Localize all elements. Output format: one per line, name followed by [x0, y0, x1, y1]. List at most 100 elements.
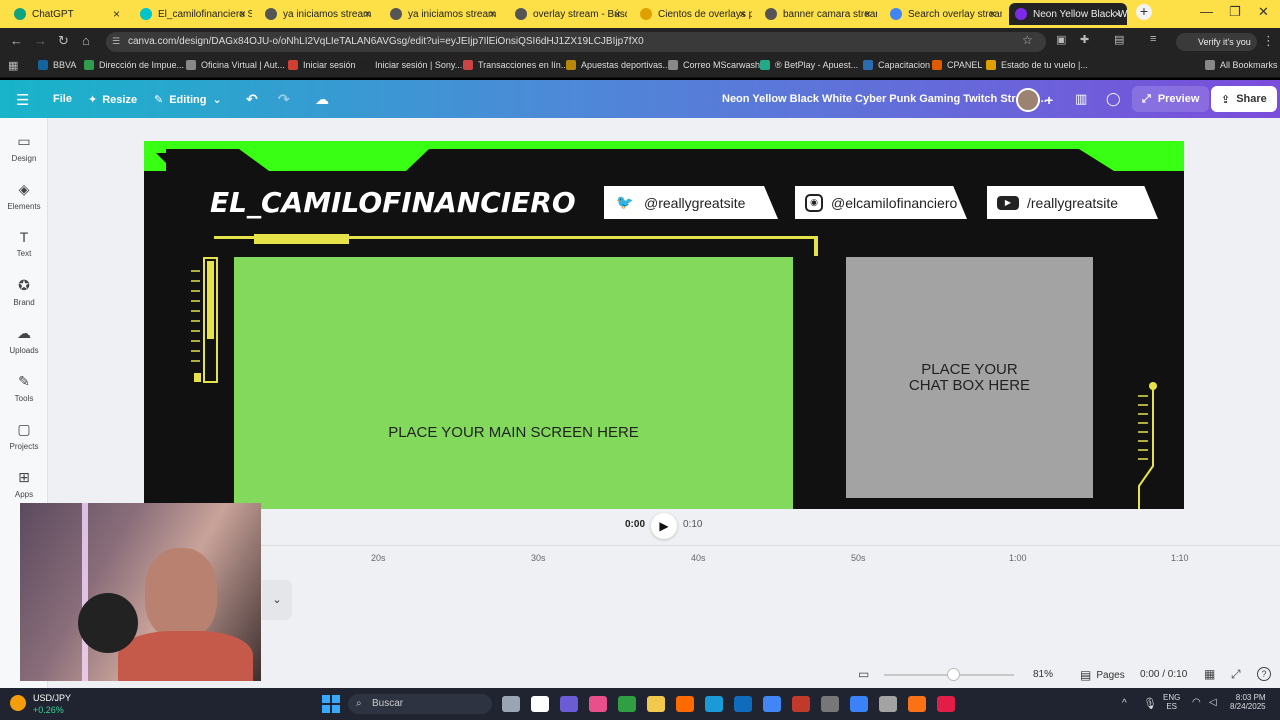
chat-box-label[interactable]: PLACE YOUR CHAT BOX HERE: [846, 362, 1093, 394]
close-tab-icon[interactable]: ×: [614, 7, 621, 21]
minimize-button[interactable]: —: [1200, 4, 1213, 19]
bookmark-item[interactable]: Capacitacion: [863, 60, 930, 70]
main-screen-label[interactable]: PLACE YOUR MAIN SCREEN HERE: [234, 424, 793, 441]
cloud-save-icon[interactable]: ☁: [315, 91, 329, 108]
main-screen-placeholder[interactable]: [234, 257, 793, 509]
redo-icon[interactable]: ↷: [278, 91, 290, 108]
mic-icon[interactable]: 🎙: [1143, 697, 1157, 710]
close-tab-icon[interactable]: ×: [989, 7, 996, 21]
close-tab-icon[interactable]: ×: [489, 7, 496, 21]
taskbar-search[interactable]: ⌕ Buscar: [348, 694, 492, 714]
avatar[interactable]: [1016, 88, 1040, 112]
edge-icon[interactable]: [705, 696, 723, 712]
insights-icon[interactable]: ▥: [1075, 91, 1087, 107]
sidebar-item-text[interactable]: T Text: [0, 229, 48, 258]
site-info-icon[interactable]: ☰: [112, 36, 120, 47]
teams-icon[interactable]: [560, 696, 578, 712]
reload-icon[interactable]: ↻: [58, 33, 69, 49]
browser-tab[interactable]: banner camara stream ×: [759, 3, 877, 25]
menu-lines-icon[interactable]: ≡: [1150, 33, 1156, 45]
home-icon[interactable]: ⌂: [82, 33, 90, 48]
profile-verify[interactable]: Verify it's you: [1176, 33, 1257, 51]
browser-tab[interactable]: ChatGPT ×: [8, 3, 126, 25]
bookmark-item[interactable]: Transacciones en lín...: [463, 60, 568, 70]
bookmark-star-icon[interactable]: ☆: [1022, 33, 1033, 47]
chrome-icon[interactable]: [763, 696, 781, 712]
twitter-handle[interactable]: 🐦 @reallygreatsite: [604, 186, 778, 219]
youtube-handle[interactable]: ▶ /reallygreatsite: [987, 186, 1158, 219]
expand-timeline-button[interactable]: ⌄: [262, 580, 292, 620]
extension-icon[interactable]: ▣: [1056, 33, 1066, 46]
sidebar-item-elements[interactable]: ◈ Elements: [0, 181, 48, 211]
bookmark-item[interactable]: Dirección de Impue...: [84, 60, 184, 70]
photos-icon[interactable]: [850, 696, 868, 712]
close-window-button[interactable]: ✕: [1258, 4, 1269, 20]
file-menu[interactable]: File: [53, 93, 72, 105]
close-tab-icon[interactable]: ×: [864, 7, 871, 21]
browser-tab[interactable]: El_camilofinanciero S ×: [134, 3, 252, 25]
close-tab-icon[interactable]: ×: [739, 7, 746, 21]
sublime-icon[interactable]: [908, 696, 926, 712]
bookmark-item[interactable]: BBVA: [38, 60, 76, 70]
close-tab-icon[interactable]: ×: [239, 7, 246, 21]
preview-button[interactable]: ⤢ Preview: [1132, 86, 1210, 112]
resize-button[interactable]: ✦ Resize: [88, 93, 137, 107]
bookmark-item[interactable]: Oficina Virtual | Aut...: [186, 60, 285, 70]
zoom-slider-handle[interactable]: [947, 668, 960, 681]
stock-widget-icon[interactable]: [10, 695, 26, 711]
instagram-handle[interactable]: ◉ @elcamilofinanciero: [795, 186, 967, 219]
bookmark-item[interactable]: Estado de tu vuelo |...: [986, 60, 1088, 70]
opera-icon[interactable]: [676, 696, 694, 712]
wifi-icon[interactable]: ◠: [1192, 697, 1201, 708]
add-collaborator-icon[interactable]: +: [1045, 92, 1053, 108]
browser-menu-icon[interactable]: ⋮: [1262, 33, 1275, 49]
play-button[interactable]: ▶: [651, 513, 677, 539]
camera-icon[interactable]: [821, 696, 839, 712]
bookmark-item[interactable]: CPANEL: [932, 60, 982, 70]
browser-tab[interactable]: Search overlay stream ×: [884, 3, 1002, 25]
file-icon[interactable]: [531, 696, 549, 712]
outlook-icon[interactable]: [734, 696, 752, 712]
forward-icon[interactable]: →: [34, 33, 47, 48]
close-tab-icon[interactable]: ×: [113, 7, 120, 21]
sidebar-item-brand[interactable]: ✪ Brand: [0, 277, 48, 307]
help-icon[interactable]: ?: [1257, 667, 1271, 681]
url-input[interactable]: canva.com/design/DAGx84OJU-o/oNhLI2VqLIe…: [106, 32, 1046, 52]
pages-button[interactable]: ▤ Pages: [1080, 668, 1125, 682]
close-tab-icon[interactable]: ×: [1114, 7, 1121, 21]
bookmark-item[interactable]: Iniciar sesión: [288, 60, 356, 70]
close-tab-icon[interactable]: ×: [364, 7, 371, 21]
undo-icon[interactable]: ↶: [246, 91, 258, 108]
bookmark-item[interactable]: ® BetPlay - Apuest...: [760, 60, 858, 70]
settings-icon[interactable]: [879, 696, 897, 712]
fullscreen-icon[interactable]: ⤢: [1231, 667, 1241, 682]
apps-grid-icon[interactable]: ▦: [8, 59, 18, 72]
share-button[interactable]: ⇪ Share: [1211, 86, 1277, 112]
editing-dropdown[interactable]: ✎ Editing ⌄: [154, 93, 222, 107]
browser-tab[interactable]: overlay stream - Búsq ×: [509, 3, 627, 25]
zoom-level[interactable]: 81%: [1033, 669, 1053, 680]
app-icon[interactable]: [792, 696, 810, 712]
bookmark-item[interactable]: Iniciar sesión | Sony...: [360, 60, 462, 70]
tray-chevron-icon[interactable]: ^: [1122, 698, 1127, 709]
ticker-name[interactable]: USD/JPY: [33, 693, 71, 703]
store-icon[interactable]: [618, 696, 636, 712]
copilot-icon[interactable]: [589, 696, 607, 712]
browser-tab[interactable]: ya iniciamos stream ×: [259, 3, 377, 25]
folder-icon[interactable]: [647, 696, 665, 712]
channel-name[interactable]: EL_CAMILOFINANCIERO: [210, 186, 576, 219]
sidepanel-icon[interactable]: ▤: [1114, 33, 1124, 46]
browser-tab[interactable]: Neon Yellow Black W ×: [1009, 3, 1127, 25]
design-title[interactable]: Neon Yellow Black White Cyber Punk Gamin…: [722, 93, 1047, 105]
hamburger-icon[interactable]: ☰: [16, 91, 29, 109]
bookmark-item[interactable]: All Bookmarks: [1205, 60, 1278, 70]
bookmark-item[interactable]: Correo MScarwash: [668, 60, 760, 70]
media-icon[interactable]: [937, 696, 955, 712]
language-indicator[interactable]: ENG ES: [1163, 693, 1180, 711]
sidebar-item-apps[interactable]: ⊞ Apps: [0, 469, 48, 499]
windows-start-icon[interactable]: [322, 695, 340, 713]
grid-view-icon[interactable]: ▦: [1204, 667, 1215, 681]
new-tab-button[interactable]: +: [1136, 4, 1152, 20]
sidebar-item-design[interactable]: ▭ Design: [0, 133, 48, 163]
sidebar-item-uploads[interactable]: ☁ Uploads: [0, 325, 48, 355]
